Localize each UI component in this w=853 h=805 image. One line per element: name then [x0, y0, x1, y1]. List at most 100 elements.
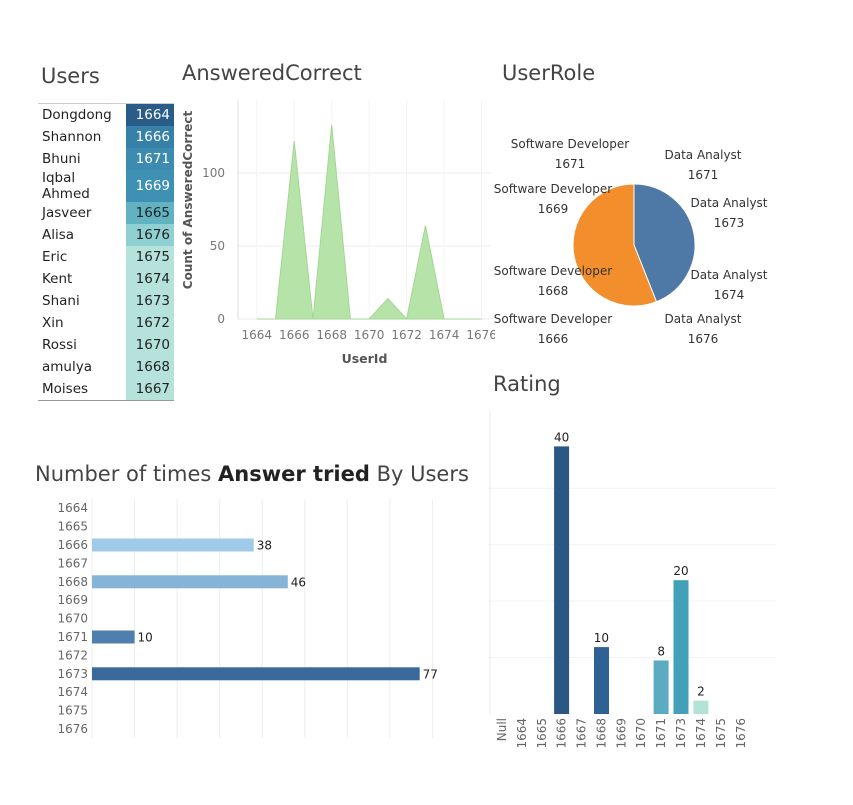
user-id-cell: 1669 — [125, 170, 174, 202]
pie-label-role: Data Analyst — [690, 196, 767, 210]
user-id-cell: 1664 — [125, 103, 174, 126]
pie-label-id: 1676 — [688, 332, 719, 346]
user-id-cell: 1666 — [125, 126, 174, 148]
users-row: Shani 1673 — [38, 290, 174, 312]
pie-label-id: 1674 — [714, 288, 745, 302]
users-row: Iqbal Ahmed 1669 — [38, 170, 174, 202]
hbar-value-label: 46 — [291, 575, 306, 589]
hbar-category-label: 1665 — [57, 520, 88, 534]
hbar-category-label: 1674 — [57, 685, 88, 699]
hbar-category-label: 1676 — [57, 722, 88, 736]
user-name: Iqbal Ahmed — [42, 170, 90, 202]
answer-tried-title-suffix: By Users — [369, 462, 469, 486]
users-row: Shannon 1666 — [38, 126, 174, 148]
hbar-bar — [92, 538, 254, 552]
area-x-tick-label: 1674 — [429, 328, 460, 342]
answer-tried-title: Number of times Answer tried By Users — [35, 462, 469, 486]
user-name: Moises — [38, 378, 126, 401]
user-role-title: UserRole — [502, 61, 596, 85]
hbar-category-label: 1666 — [57, 538, 88, 552]
pie-label-role: Software Developer — [511, 137, 629, 151]
area-y-tick-label: 0 — [217, 312, 225, 326]
users-row: Alisa 1676 — [38, 224, 174, 246]
area-y-tick-label: 50 — [210, 239, 225, 253]
rating-category-label: 1665 — [535, 718, 549, 749]
user-id-cell: 1673 — [125, 290, 174, 312]
user-name: Dongdong — [38, 103, 126, 126]
users-row: Eric 1675 — [38, 246, 174, 268]
user-name: Kent — [42, 271, 73, 287]
user-id-cell: 1670 — [125, 334, 174, 356]
rating-category-label: 1667 — [575, 718, 589, 749]
user-name: Eric — [42, 249, 68, 265]
area-y-axis-title: Count of AnsweredCorrect — [181, 111, 195, 290]
pie-label-id: 1669 — [538, 202, 569, 216]
pie-label-id: 1671 — [555, 157, 586, 171]
area-x-tick-label: 1668 — [316, 328, 347, 342]
users-row: Dongdong 1664 — [38, 103, 174, 126]
answer-tried-title-bold: Answer tried — [218, 462, 370, 486]
pie-label-id: 1671 — [688, 168, 719, 182]
hbar-value-label: 38 — [257, 539, 272, 553]
user-name: Bhuni — [42, 151, 81, 167]
rating-category-label: 1671 — [654, 718, 668, 749]
user-name: Alisa — [42, 227, 75, 243]
rating-category-label: 1664 — [515, 718, 529, 749]
pie-label-role: Data Analyst — [690, 268, 767, 282]
rating-category-label: Null — [495, 718, 509, 741]
rating-value-label: 8 — [657, 644, 665, 658]
user-id-cell: 1674 — [125, 268, 174, 290]
hbar-value-label: 10 — [138, 631, 153, 645]
user-id-cell: 1676 — [125, 224, 174, 246]
hbar-category-label: 1673 — [57, 667, 88, 681]
area-x-tick-label: 1666 — [279, 328, 310, 342]
rating-bar — [673, 580, 689, 714]
users-row: amulya 1668 — [38, 356, 174, 378]
users-row: Xin 1672 — [38, 312, 174, 334]
user-name: Shannon — [42, 129, 102, 145]
users-row: Rossi 1670 — [38, 334, 174, 356]
hbar-category-label: 1669 — [57, 593, 88, 607]
users-row: Moises 1667 — [38, 378, 174, 401]
pie-label-role: Software Developer — [494, 182, 612, 196]
users-table: Dongdong 1664 Shannon 1666 Bhuni 1671 Iqbal Ah… — [38, 103, 174, 401]
area-x-tick-label: 1664 — [241, 328, 272, 342]
user-name: Rossi — [42, 337, 77, 353]
pie-label-role: Data Analyst — [664, 148, 741, 162]
rating-bar — [594, 647, 609, 714]
user-name: Shani — [42, 293, 80, 309]
user-name: Xin — [42, 315, 64, 331]
users-row: Jasveer 1665 — [38, 202, 174, 224]
hbar-category-label: 1675 — [57, 704, 88, 718]
user-id-cell: 1665 — [125, 202, 174, 224]
hbar-category-label: 1670 — [57, 612, 88, 626]
pie-label-id: 1668 — [538, 284, 569, 298]
answer-tried-chart: 1664 1665 1666 38 1667 1668 46 1669 1670 1671 10 16… — [57, 499, 438, 739]
area-x-tick-label: 1672 — [391, 328, 422, 342]
pie-label-role: Software Developer — [494, 312, 612, 326]
rating-category-label: 1668 — [595, 718, 609, 749]
users-row: Kent 1674 — [38, 268, 174, 290]
rating-value-label: 2 — [697, 685, 705, 699]
area-y-tick-label: 100 — [202, 166, 225, 180]
rating-category-label: 1674 — [694, 718, 708, 749]
pie-label-role: Data Analyst — [664, 312, 741, 326]
hbar-value-label: 77 — [423, 667, 438, 681]
rating-value-label: 20 — [673, 564, 688, 578]
area-x-axis-title: UserId — [342, 351, 388, 366]
user-id-cell: 1667 — [125, 378, 174, 401]
rating-value-label: 10 — [594, 631, 609, 645]
rating-bar — [653, 660, 669, 714]
answered-correct-title: AnsweredCorrect — [182, 61, 362, 85]
rating-title: Rating — [493, 372, 561, 396]
pie-label-role: Software Developer — [494, 264, 612, 278]
rating-value-label: 40 — [554, 430, 569, 444]
user-name: Jasveer — [42, 205, 92, 221]
rating-category-label: 1670 — [634, 718, 648, 749]
rating-bar — [554, 446, 570, 714]
users-row: Bhuni 1671 — [38, 148, 174, 170]
hbar-category-label: 1667 — [57, 556, 88, 570]
hbar-bar — [92, 575, 288, 589]
user-name: amulya — [42, 359, 92, 375]
rating-category-label: 1676 — [734, 718, 748, 749]
